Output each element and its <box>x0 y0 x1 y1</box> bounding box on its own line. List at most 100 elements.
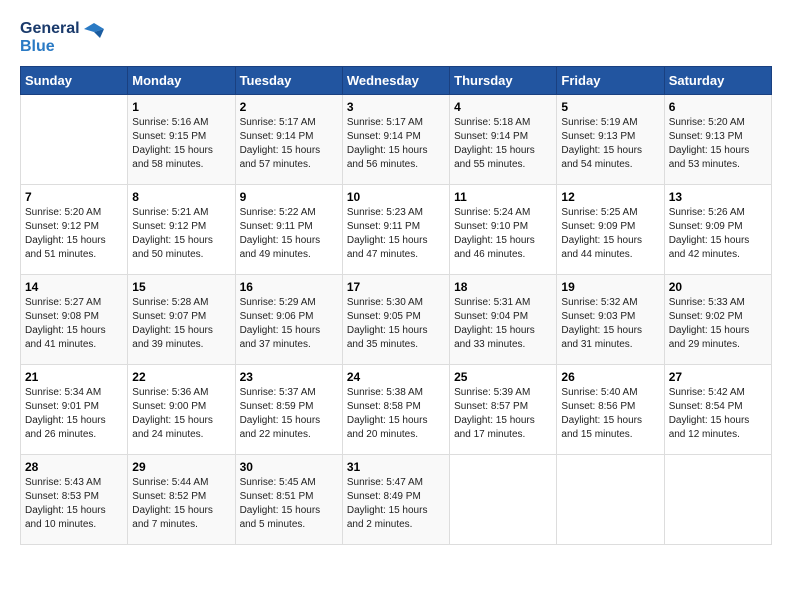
header: General Blue <box>20 20 772 56</box>
day-info: Sunrise: 5:43 AMSunset: 8:53 PMDaylight:… <box>25 476 123 532</box>
day-info: Sunrise: 5:17 AMSunset: 9:14 PMDaylight:… <box>240 116 338 172</box>
calendar-cell: 30Sunrise: 5:45 AMSunset: 8:51 PMDayligh… <box>235 454 342 544</box>
day-number: 15 <box>132 280 230 294</box>
logo: General Blue <box>20 20 104 56</box>
calendar-cell: 6 Sunrise: 5:20 AMSunset: 9:13 PMDaylight… <box>664 94 771 184</box>
calendar-week-row: 7 Sunrise: 5:20 AMSunset: 9:12 PMDaylight… <box>21 184 772 274</box>
day-number: 31 <box>347 460 445 474</box>
day-number: 18 <box>454 280 552 294</box>
day-info: Sunrise: 5:23 AMSunset: 9:11 PMDaylight:… <box>347 206 445 262</box>
day-number: 27 <box>669 370 767 384</box>
calendar-cell: 28Sunrise: 5:43 AMSunset: 8:53 PMDayligh… <box>21 454 128 544</box>
calendar-cell: 18 Sunrise: 5:31 AMSunset: 9:04 PMDayligh… <box>450 274 557 364</box>
day-info: Sunrise: 5:37 AMSunset: 8:59 PMDaylight:… <box>240 386 338 442</box>
calendar-cell: 11Sunrise: 5:24 AMSunset: 9:10 PMDayligh… <box>450 184 557 274</box>
day-info: Sunrise: 5:20 AMSunset: 9:13 PMDaylight:… <box>669 116 767 172</box>
calendar-cell: 17 Sunrise: 5:30 AMSunset: 9:05 PMDayligh… <box>342 274 449 364</box>
calendar-cell: 29Sunrise: 5:44 AMSunset: 8:52 PMDayligh… <box>128 454 235 544</box>
day-number: 10 <box>347 190 445 204</box>
day-number: 4 <box>454 100 552 114</box>
day-number: 19 <box>561 280 659 294</box>
day-info: Sunrise: 5:33 AMSunset: 9:02 PMDaylight:… <box>669 296 767 352</box>
day-info: Sunrise: 5:17 AMSunset: 9:14 PMDaylight:… <box>347 116 445 172</box>
day-info: Sunrise: 5:34 AMSunset: 9:01 PMDaylight:… <box>25 386 123 442</box>
calendar-cell: 15 Sunrise: 5:28 AMSunset: 9:07 PMDayligh… <box>128 274 235 364</box>
calendar-cell <box>21 94 128 184</box>
logo-text-general: General <box>20 20 80 38</box>
day-info: Sunrise: 5:18 AMSunset: 9:14 PMDaylight:… <box>454 116 552 172</box>
day-number: 22 <box>132 370 230 384</box>
day-number: 30 <box>240 460 338 474</box>
calendar-cell: 25 Sunrise: 5:39 AMSunset: 8:57 PMDayligh… <box>450 364 557 454</box>
day-info: Sunrise: 5:31 AMSunset: 9:04 PMDaylight:… <box>454 296 552 352</box>
day-number: 14 <box>25 280 123 294</box>
weekday-header-sunday: Sunday <box>21 66 128 94</box>
calendar-cell: 23 Sunrise: 5:37 AMSunset: 8:59 PMDayligh… <box>235 364 342 454</box>
day-info: Sunrise: 5:39 AMSunset: 8:57 PMDaylight:… <box>454 386 552 442</box>
calendar-cell: 4 Sunrise: 5:18 AMSunset: 9:14 PMDaylight… <box>450 94 557 184</box>
weekday-header-tuesday: Tuesday <box>235 66 342 94</box>
day-info: Sunrise: 5:26 AMSunset: 9:09 PMDaylight:… <box>669 206 767 262</box>
calendar-cell: 12Sunrise: 5:25 AMSunset: 9:09 PMDayligh… <box>557 184 664 274</box>
day-number: 13 <box>669 190 767 204</box>
calendar-table: SundayMondayTuesdayWednesdayThursdayFrid… <box>20 66 772 545</box>
calendar-cell: 14Sunrise: 5:27 AMSunset: 9:08 PMDayligh… <box>21 274 128 364</box>
calendar-cell: 9Sunrise: 5:22 AMSunset: 9:11 PMDaylight… <box>235 184 342 274</box>
day-info: Sunrise: 5:44 AMSunset: 8:52 PMDaylight:… <box>132 476 230 532</box>
weekday-header-friday: Friday <box>557 66 664 94</box>
calendar-cell <box>450 454 557 544</box>
day-info: Sunrise: 5:20 AMSunset: 9:12 PMDaylight:… <box>25 206 123 262</box>
calendar-cell: 7 Sunrise: 5:20 AMSunset: 9:12 PMDaylight… <box>21 184 128 274</box>
day-number: 25 <box>454 370 552 384</box>
day-number: 9 <box>240 190 338 204</box>
calendar-cell <box>557 454 664 544</box>
day-info: Sunrise: 5:40 AMSunset: 8:56 PMDaylight:… <box>561 386 659 442</box>
day-info: Sunrise: 5:28 AMSunset: 9:07 PMDaylight:… <box>132 296 230 352</box>
calendar-cell: 16Sunrise: 5:29 AMSunset: 9:06 PMDayligh… <box>235 274 342 364</box>
day-info: Sunrise: 5:21 AMSunset: 9:12 PMDaylight:… <box>132 206 230 262</box>
calendar-cell: 27 Sunrise: 5:42 AMSunset: 8:54 PMDayligh… <box>664 364 771 454</box>
day-number: 2 <box>240 100 338 114</box>
weekday-header-saturday: Saturday <box>664 66 771 94</box>
weekday-header-wednesday: Wednesday <box>342 66 449 94</box>
day-number: 17 <box>347 280 445 294</box>
calendar-cell: 26Sunrise: 5:40 AMSunset: 8:56 PMDayligh… <box>557 364 664 454</box>
day-info: Sunrise: 5:25 AMSunset: 9:09 PMDaylight:… <box>561 206 659 262</box>
day-number: 21 <box>25 370 123 384</box>
day-info: Sunrise: 5:16 AMSunset: 9:15 PMDaylight:… <box>132 116 230 172</box>
day-info: Sunrise: 5:19 AMSunset: 9:13 PMDaylight:… <box>561 116 659 172</box>
calendar-week-row: 28Sunrise: 5:43 AMSunset: 8:53 PMDayligh… <box>21 454 772 544</box>
calendar-cell: 22 Sunrise: 5:36 AMSunset: 9:00 PMDayligh… <box>128 364 235 454</box>
calendar-cell: 24Sunrise: 5:38 AMSunset: 8:58 PMDayligh… <box>342 364 449 454</box>
day-number: 23 <box>240 370 338 384</box>
calendar-cell: 19Sunrise: 5:32 AMSunset: 9:03 PMDayligh… <box>557 274 664 364</box>
weekday-header-monday: Monday <box>128 66 235 94</box>
day-number: 6 <box>669 100 767 114</box>
day-info: Sunrise: 5:30 AMSunset: 9:05 PMDaylight:… <box>347 296 445 352</box>
day-number: 11 <box>454 190 552 204</box>
day-number: 20 <box>669 280 767 294</box>
logo-bird-icon <box>82 20 104 38</box>
day-info: Sunrise: 5:42 AMSunset: 8:54 PMDaylight:… <box>669 386 767 442</box>
day-number: 5 <box>561 100 659 114</box>
day-number: 1 <box>132 100 230 114</box>
day-number: 3 <box>347 100 445 114</box>
day-info: Sunrise: 5:36 AMSunset: 9:00 PMDaylight:… <box>132 386 230 442</box>
day-info: Sunrise: 5:29 AMSunset: 9:06 PMDaylight:… <box>240 296 338 352</box>
calendar-week-row: 21 Sunrise: 5:34 AMSunset: 9:01 PMDayligh… <box>21 364 772 454</box>
calendar-week-row: 1 Sunrise: 5:16 AMSunset: 9:15 PMDaylight… <box>21 94 772 184</box>
calendar-cell: 10 Sunrise: 5:23 AMSunset: 9:11 PMDayligh… <box>342 184 449 274</box>
day-info: Sunrise: 5:38 AMSunset: 8:58 PMDaylight:… <box>347 386 445 442</box>
calendar-cell: 13 Sunrise: 5:26 AMSunset: 9:09 PMDayligh… <box>664 184 771 274</box>
weekday-header-thursday: Thursday <box>450 66 557 94</box>
calendar-cell <box>664 454 771 544</box>
weekday-header-row: SundayMondayTuesdayWednesdayThursdayFrid… <box>21 66 772 94</box>
calendar-cell: 20 Sunrise: 5:33 AMSunset: 9:02 PMDayligh… <box>664 274 771 364</box>
day-number: 8 <box>132 190 230 204</box>
calendar-cell: 2 Sunrise: 5:17 AMSunset: 9:14 PMDaylight… <box>235 94 342 184</box>
calendar-cell: 5 Sunrise: 5:19 AMSunset: 9:13 PMDaylight… <box>557 94 664 184</box>
calendar-week-row: 14Sunrise: 5:27 AMSunset: 9:08 PMDayligh… <box>21 274 772 364</box>
calendar-cell: 31Sunrise: 5:47 AMSunset: 8:49 PMDayligh… <box>342 454 449 544</box>
day-number: 7 <box>25 190 123 204</box>
logo-text-blue: Blue <box>20 38 104 56</box>
